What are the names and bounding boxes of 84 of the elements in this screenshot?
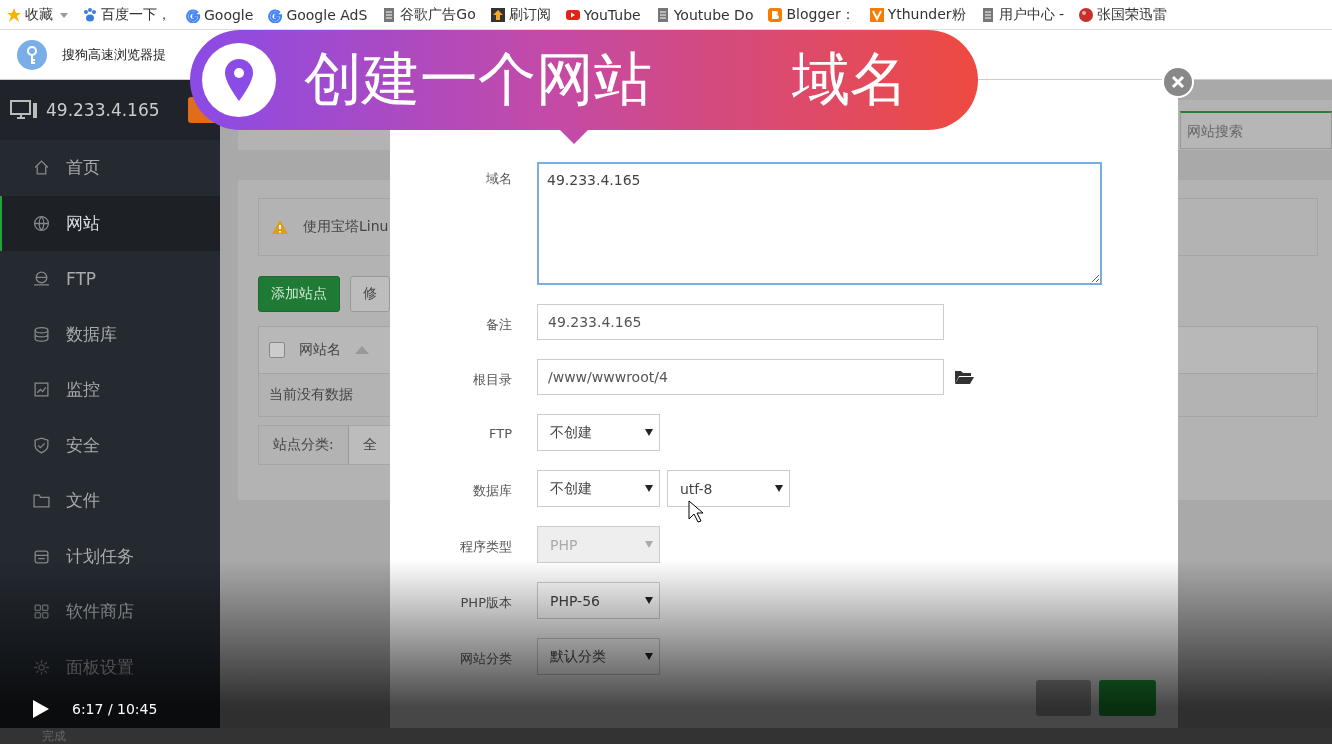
bookmark[interactable]: 谷歌广告Go (381, 5, 476, 24)
up-arrow-icon (489, 6, 506, 23)
sidebar-item[interactable]: 文件 (0, 473, 220, 529)
sidebar-item[interactable]: FTP (0, 251, 220, 307)
video-time: 6:17 / 10:45 (72, 701, 158, 717)
bookmark[interactable]: Youtube Do (654, 6, 754, 23)
play-icon[interactable] (32, 699, 50, 719)
caret-icon (645, 429, 653, 436)
submit-button[interactable] (1099, 680, 1156, 716)
category-label: 站点分类: (272, 435, 335, 454)
category-select[interactable]: 全 (347, 426, 391, 464)
blogger-icon (767, 6, 784, 23)
dropdown[interactable]: 不创建 (537, 414, 660, 451)
sidebar-item[interactable]: 软件商店 (0, 584, 220, 640)
bookmark[interactable]: 刷订阅 (489, 5, 551, 24)
warning-icon (271, 219, 289, 235)
google-icon (267, 6, 284, 23)
domain-field[interactable]: 49.233.4.165 (537, 162, 1102, 285)
bookmark[interactable]: YouTube (564, 6, 641, 23)
field-label: FTP (487, 425, 512, 441)
cancel-button[interactable] (1036, 680, 1091, 716)
database-icon (33, 325, 50, 343)
field-label: PHP版本 (459, 594, 512, 612)
caret-icon (775, 485, 783, 492)
chart-icon (33, 381, 50, 399)
paw-icon (82, 6, 98, 23)
v-letter-icon (868, 6, 885, 23)
sort-icon[interactable] (355, 345, 369, 355)
bookmark[interactable]: 用户中心 - (979, 5, 1065, 24)
mouse-cursor-icon (688, 500, 704, 524)
sidebar-item[interactable]: 监控 (0, 362, 220, 418)
banner-subtitle: 域名 (792, 44, 908, 115)
sidebar-item[interactable]: 计划任务 (0, 528, 220, 584)
edit-button[interactable]: 修 (350, 276, 390, 312)
server-address: 49.233.4.165 (46, 100, 160, 120)
dropdown[interactable]: 不创建 (537, 470, 660, 507)
checkbox[interactable] (269, 342, 285, 358)
network-icon (33, 270, 50, 288)
notification-text: 搜狗高速浏览器提 (62, 45, 166, 64)
sidebar-item[interactable]: 安全 (0, 417, 220, 473)
star-icon (6, 6, 22, 23)
globe-icon (33, 214, 50, 232)
field-label: 程序类型 (459, 538, 512, 556)
caret-icon (645, 541, 653, 548)
caret-icon (645, 485, 653, 492)
dropdown[interactable]: PHP-56 (537, 582, 660, 619)
bookmark[interactable]: Google (185, 6, 254, 23)
banner-pointer (560, 130, 588, 144)
grid-icon (33, 603, 50, 621)
bookmark[interactable]: 收藏 (6, 5, 68, 24)
settings-icon (33, 658, 50, 676)
dropdown[interactable]: utf-8 (667, 470, 790, 507)
shield-icon (33, 436, 50, 454)
sidebar-item[interactable]: 数据库 (0, 306, 220, 362)
folder-icon (33, 492, 50, 510)
google-icon (185, 6, 201, 23)
folder-icon[interactable] (954, 369, 974, 385)
remark-field[interactable]: 49.233.4.165 (537, 304, 944, 340)
bookmark[interactable]: 百度一下， (82, 5, 171, 24)
field-label: 网站分类 (459, 650, 512, 668)
caret-icon (645, 597, 653, 604)
sidebar-item[interactable]: 网站 (0, 195, 220, 251)
column-header[interactable]: 网站名 (299, 341, 341, 359)
field-label: 根目录 (472, 371, 512, 389)
bookmark[interactable]: 张国荣迅雷 (1078, 5, 1168, 24)
add-site-button[interactable]: 添加站点 (258, 276, 340, 312)
bookmark[interactable]: Google AdS (267, 6, 368, 23)
key-icon (16, 38, 48, 71)
bookmark[interactable]: Ythunder粉 (868, 5, 966, 24)
path-field[interactable]: /www/wwwroot/4 (537, 359, 944, 395)
ball-icon (1078, 6, 1095, 23)
field-label: 数据库 (472, 482, 512, 500)
home-icon (33, 159, 50, 177)
dropdown[interactable]: 默认分类 (537, 638, 660, 675)
bookmark[interactable]: Blogger： (767, 5, 855, 24)
computer-icon (10, 99, 38, 121)
caret-icon (60, 10, 68, 19)
search-field[interactable]: 网站搜索 (1180, 111, 1332, 149)
sidebar-item[interactable]: 首页 (0, 140, 220, 196)
map-pin-icon (202, 43, 276, 117)
caret-icon (645, 653, 653, 660)
field-label: 备注 (485, 316, 512, 334)
field-label: 域名 (485, 170, 512, 188)
banner-title: 创建一个网站 (304, 44, 652, 115)
